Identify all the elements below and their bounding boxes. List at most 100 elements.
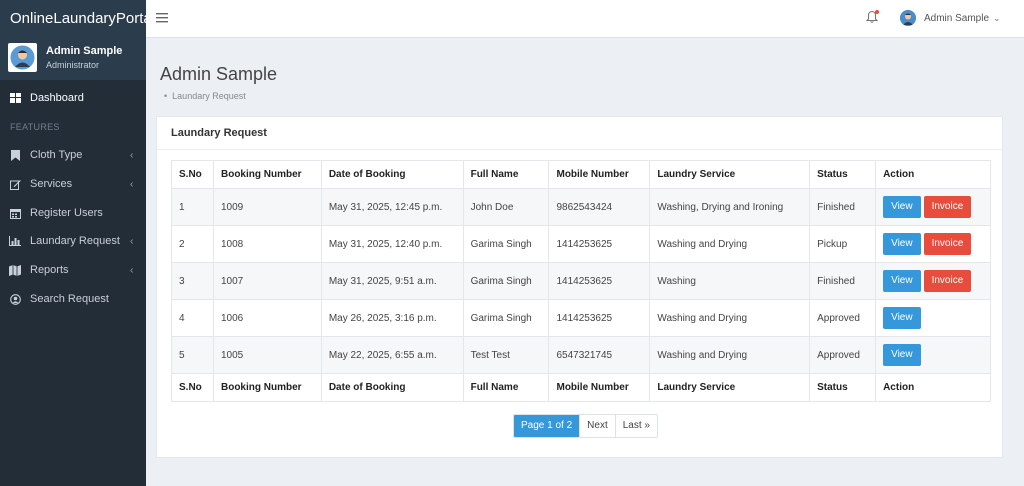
view-button[interactable]: View [883,344,921,366]
column-header: Date of Booking [320,160,464,189]
view-button[interactable]: View [883,233,921,255]
user-avatar-icon [10,45,35,70]
sidebar-item-label: Dashboard [30,92,84,104]
cell-sno: 4 [171,299,214,337]
cell-status: Finished [809,188,877,226]
chevron-down-icon: ⌄ [993,12,1001,23]
cell-service: Washing and Drying [649,299,811,337]
cell-action: View Invoice [875,262,991,300]
sidebar-item-label: Laundary Request [30,235,120,247]
cell-action: View Invoice [875,225,991,263]
cell-mobile: 6547321745 [548,336,651,374]
table-row: 4 1006 May 26, 2025, 3:16 p.m. Garima Si… [171,299,991,337]
sidebar: OnlineLaundaryPortal Admin Sample Admini… [0,0,146,486]
cell-date: May 31, 2025, 12:45 p.m. [320,188,464,226]
view-button[interactable]: View [883,196,921,218]
sidebar-item-label: Services [30,178,73,190]
view-button[interactable]: View [883,270,921,292]
pagination-last[interactable]: Last » [614,415,657,437]
column-header: Mobile Number [548,160,651,189]
cell-sno: 5 [171,336,214,374]
top-bar: Admin Sample ⌄ [146,0,1024,38]
cell-mobile: 9862543424 [548,188,651,226]
cell-service: Washing, Drying and Ironing [649,188,811,226]
cell-date: May 31, 2025, 9:51 a.m. [320,262,464,300]
cell-action: View Invoice [875,188,991,226]
sidebar-user-name: Admin Sample [46,45,123,57]
breadcrumb-item[interactable]: Laundary Request [172,91,246,101]
user-panel: Admin Sample Administrator [0,38,146,80]
sidebar-item-search-request[interactable]: Search Request [0,285,146,313]
sidebar-item-label: Search Request [30,293,109,305]
sidebar-item-label: Register Users [30,207,103,219]
cell-status: Approved [809,336,877,374]
cell-mobile: 1414253625 [548,262,651,300]
sidebar-item-reports[interactable]: Reports ‹ [0,256,146,284]
pagination: Page 1 of 2 Next Last » [513,414,658,438]
sidebar-item-cloth-type[interactable]: Cloth Type ‹ [0,141,146,169]
cell-service: Washing [649,262,811,300]
user-menu[interactable]: Admin Sample ⌄ [900,10,1001,26]
cell-sno: 1 [171,188,214,226]
page-title: Admin Sample [160,64,278,84]
table-row: 3 1007 May 31, 2025, 9:51 a.m. Garima Si… [171,262,991,300]
column-footer: Date of Booking [320,373,464,402]
cell-full-name: Garima Singh [462,262,550,300]
column-footer: S.No [171,373,214,402]
header-user-name: Admin Sample [924,12,990,24]
cell-full-name: Garima Singh [462,299,550,337]
cell-status: Pickup [809,225,877,263]
bookmark-icon [0,149,30,161]
column-footer: Booking Number [212,373,322,402]
column-footer: Action [875,373,991,402]
cell-date: May 31, 2025, 12:40 p.m. [320,225,464,263]
cell-full-name: Test Test [462,336,550,374]
sidebar-item-services[interactable]: Services ‹ [0,170,146,198]
calendar-icon [0,208,30,219]
table-row: 2 1008 May 31, 2025, 12:40 p.m. Garima S… [171,225,991,263]
cell-sno: 2 [171,225,214,263]
cell-booking-number: 1006 [212,299,322,337]
table-footer-row: S.No Booking Number Date of Booking Full… [171,373,991,402]
table-row: 5 1005 May 22, 2025, 6:55 a.m. Test Test… [171,336,991,374]
map-icon [0,264,30,276]
cell-booking-number: 1008 [212,225,322,263]
bar-chart-icon [0,236,30,246]
sidebar-user-role: Administrator [46,60,100,70]
column-header: Full Name [462,160,550,189]
avatar [8,43,37,72]
chevron-left-icon: ‹ [130,264,134,276]
column-footer: Status [809,373,877,402]
column-footer: Mobile Number [548,373,651,402]
invoice-button[interactable]: Invoice [923,233,972,255]
app-brand[interactable]: OnlineLaundaryPortal [0,0,146,38]
notification-bell-icon[interactable] [865,10,879,27]
edit-icon [0,179,30,190]
cell-booking-number: 1009 [212,188,322,226]
column-header: Laundry Service [649,160,811,189]
pagination-next[interactable]: Next [579,415,615,437]
column-header: Status [809,160,877,189]
chevron-left-icon: ‹ [130,149,134,161]
sidebar-section-label: FEATURES [10,122,60,132]
view-button[interactable]: View [883,307,921,329]
column-footer: Laundry Service [649,373,811,402]
chevron-left-icon: ‹ [130,235,134,247]
column-header: Action [875,160,991,189]
sidebar-item-register-users[interactable]: Register Users [0,199,146,227]
dashboard-icon [0,93,30,103]
notification-dot [875,10,879,14]
card-title: Laundary Request [171,127,267,139]
menu-toggle-icon[interactable] [156,12,168,26]
invoice-button[interactable]: Invoice [923,196,972,218]
card-divider [157,149,1002,150]
table-row: 1 1009 May 31, 2025, 12:45 p.m. John Doe… [171,188,991,226]
invoice-button[interactable]: Invoice [923,270,972,292]
cell-mobile: 1414253625 [548,299,651,337]
sidebar-item-laundary-request[interactable]: Laundary Request ‹ [0,227,146,255]
column-header: S.No [171,160,214,189]
pagination-current[interactable]: Page 1 of 2 [514,415,580,437]
table-header-row: S.No Booking Number Date of Booking Full… [171,160,991,189]
sidebar-item-dashboard[interactable]: Dashboard [0,84,146,112]
cell-date: May 26, 2025, 3:16 p.m. [320,299,464,337]
